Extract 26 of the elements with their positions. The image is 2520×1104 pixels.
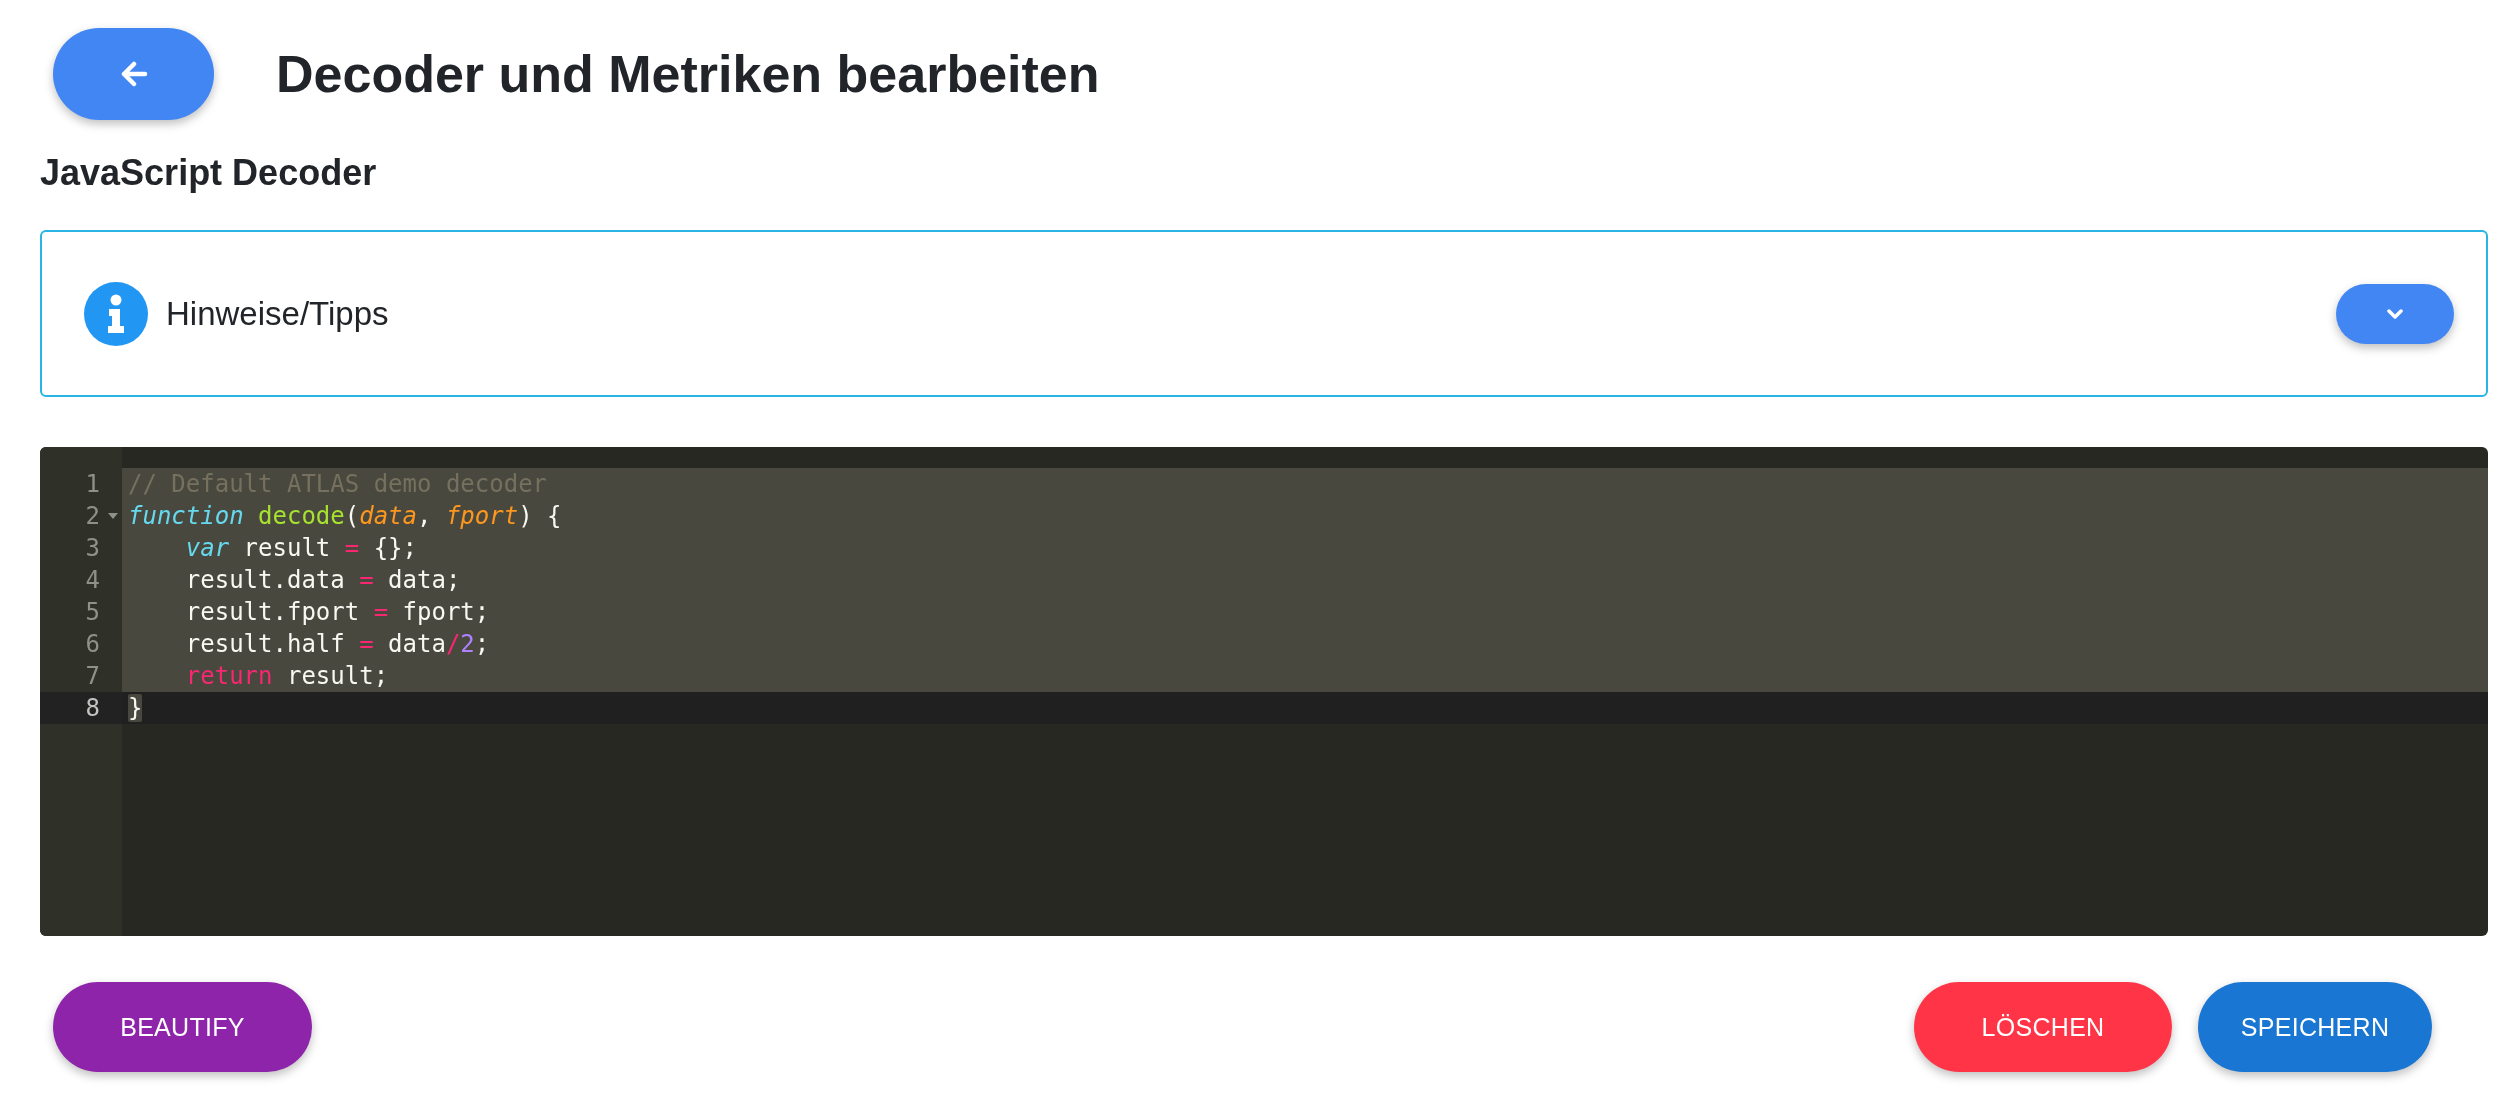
code-line: result.half = data/2; xyxy=(185,630,490,658)
chevron-down-icon xyxy=(2387,307,2403,320)
line-number: 7 xyxy=(85,661,100,692)
expand-button[interactable] xyxy=(2336,283,2454,344)
code-line: return result; xyxy=(185,662,389,690)
hints-label: Hinweise/Tipps xyxy=(166,294,389,333)
line-number: 8 xyxy=(85,693,100,724)
line-number: 4 xyxy=(85,565,100,596)
code-line: function decode(data, fport) { xyxy=(128,502,562,530)
code-line: result.fport = fport; xyxy=(185,598,490,626)
line-number: 3 xyxy=(85,533,100,564)
line-number: 5 xyxy=(85,597,100,628)
fold-arrow-icon[interactable] xyxy=(108,513,118,519)
line-number: 2 xyxy=(85,501,100,532)
back-arrow-icon xyxy=(119,61,148,87)
info-icon xyxy=(84,281,148,346)
back-button[interactable] xyxy=(53,28,214,120)
line-number: 1 xyxy=(85,469,100,500)
line-number: 6 xyxy=(85,629,100,660)
delete-button[interactable]: LÖSCHEN xyxy=(1914,982,2172,1072)
beautify-button[interactable]: BEAUTIFY xyxy=(53,982,312,1072)
section-title: JavaScript Decoder xyxy=(40,152,378,194)
save-button[interactable]: SPEICHERN xyxy=(2198,982,2432,1072)
code-line: var result = {}; xyxy=(185,534,417,562)
code-line: result.data = data; xyxy=(185,566,461,594)
page-title: Decoder und Metriken bearbeiten xyxy=(276,44,1100,104)
